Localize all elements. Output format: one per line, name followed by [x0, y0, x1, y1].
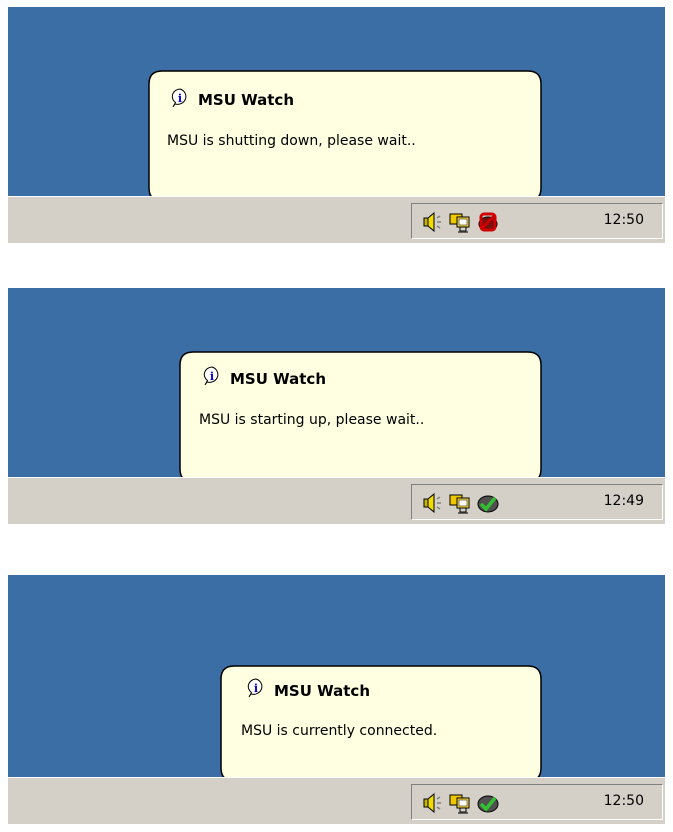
speaker-icon[interactable] — [420, 491, 444, 515]
system-tray: 12:50 — [411, 784, 663, 820]
clock[interactable]: 12:49 — [604, 493, 644, 509]
svg-text:i: i — [254, 682, 258, 695]
system-tray: 12:49 — [411, 484, 663, 520]
balloon-message: MSU is starting up, please wait.. — [199, 412, 425, 428]
msu-shutting-down-icon[interactable] — [476, 210, 500, 234]
speaker-icon[interactable] — [420, 210, 444, 234]
balloon-title: MSU Watch — [230, 370, 327, 388]
system-tray: 12:50 — [411, 203, 663, 239]
taskbar: 12:49 — [8, 477, 665, 524]
balloon-message: MSU is shutting down, please wait.. — [167, 133, 416, 149]
balloon-title: MSU Watch — [274, 682, 371, 700]
screenshot-panel-starting-up: 12:49 i MSU Watch MSU is starting up, pl… — [8, 288, 665, 524]
msu-starting-icon[interactable] — [476, 491, 500, 515]
network-monitor-icon[interactable] — [448, 791, 472, 815]
balloon-title: MSU Watch — [198, 91, 295, 109]
taskbar: 12:50 — [8, 196, 665, 243]
info-icon: i — [203, 366, 219, 386]
network-monitor-icon[interactable] — [448, 210, 472, 234]
svg-text:i: i — [210, 370, 214, 383]
balloon-message: MSU is currently connected. — [241, 723, 438, 739]
network-monitor-icon[interactable] — [448, 491, 472, 515]
clock[interactable]: 12:50 — [604, 212, 644, 228]
clock[interactable]: 12:50 — [604, 793, 644, 809]
info-icon: i — [247, 678, 263, 698]
screenshot-panel-connected: 12:50 i MSU Watch MSU is currently conne… — [8, 575, 665, 824]
taskbar: 12:50 — [8, 777, 665, 824]
svg-text:i: i — [178, 92, 182, 105]
screenshot-panel-shutting-down: 12:50 i MSU Watch MSU is shutting down, … — [8, 7, 665, 243]
msu-connected-icon[interactable] — [476, 791, 500, 815]
speaker-icon[interactable] — [420, 791, 444, 815]
info-icon: i — [171, 88, 187, 108]
